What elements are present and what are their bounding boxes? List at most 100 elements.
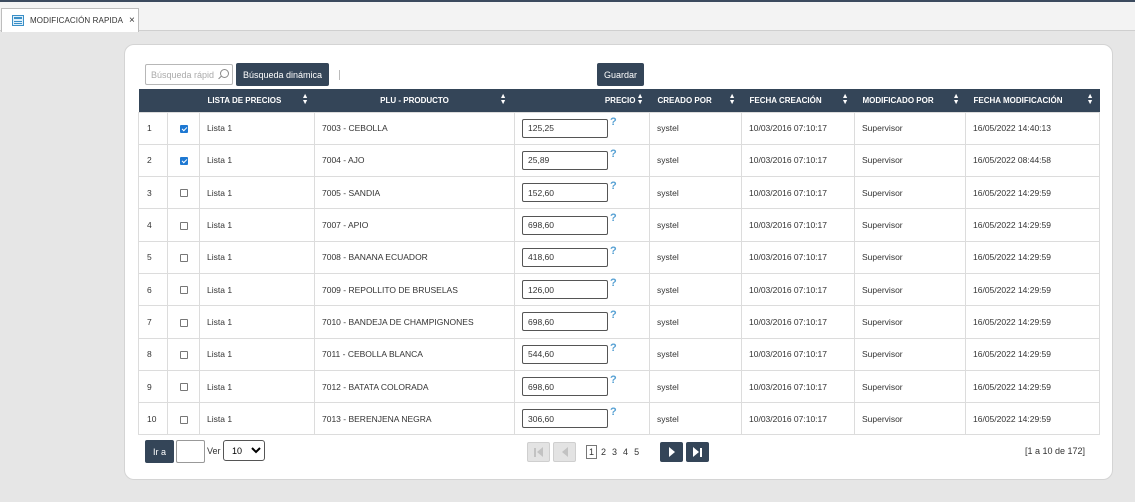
price-input[interactable] [522,118,608,138]
help-icon[interactable]: ? [610,116,617,128]
row-checkbox[interactable] [179,221,188,230]
table-row[interactable]: 2 Lista 17004 - AJO? systel10/03/2016 07:1… [138,143,1100,178]
help-icon[interactable]: ? [610,277,617,289]
producto-cell: 7009 - REPOLLITO DE BRUSELAS [314,272,515,307]
table-row[interactable]: 8 Lista 17011 - CEBOLLA BLANCA? systel10/0… [138,337,1100,371]
last-page-icon-bar [700,447,702,457]
page-number[interactable]: 2 [601,447,606,457]
help-icon[interactable]: ? [610,374,617,386]
creado-cell: systel [649,272,742,307]
sort-icon[interactable]: ▲ ▼ [1087,93,1094,106]
row-number: 6 [138,272,168,307]
table-row[interactable]: 6 Lista 17009 - REPOLLITO DE BRUSELAS? sys… [138,272,1100,307]
first-page-icon [537,447,543,457]
page-number[interactable]: 5 [634,447,639,457]
price-input[interactable] [522,312,608,332]
search-input[interactable] [146,65,214,84]
first-page-button[interactable] [527,442,550,462]
quick-search [145,64,233,85]
help-icon[interactable]: ? [610,212,617,224]
producto-cell: 7007 - APIO [314,208,515,242]
row-select-cell [167,143,200,178]
last-page-button[interactable] [686,442,709,462]
table-row[interactable]: 1 Lista 17003 - CEBOLLA? systel10/03/2016 … [138,111,1100,145]
price-input[interactable] [522,150,608,170]
fecha-creacion-cell: 10/03/2016 07:10:17 [741,208,855,242]
tab-modificacion-rapida[interactable]: MODIFICACIÓN RAPIDA × [1,8,139,32]
modificado-cell: Supervisor [854,176,966,210]
modificado-cell: Supervisor [854,305,966,339]
goto-page-input[interactable] [176,440,205,463]
tab-strip: MODIFICACIÓN RAPIDA × [0,2,1135,32]
header-lista[interactable]: LISTA DE PRECIOS ▲ ▼ [199,89,315,112]
table-row[interactable]: 9 Lista 17012 - BATATA COLORADA? systel10/… [138,369,1100,404]
page-number[interactable]: 1 [586,445,598,459]
search-icon[interactable] [220,69,229,78]
row-checkbox[interactable] [179,189,188,198]
price-input[interactable] [522,183,608,203]
precio-cell: ? [514,272,650,307]
price-input[interactable] [522,344,608,364]
per-page-select[interactable]: 10 [223,440,265,461]
table-row[interactable]: 10 Lista 17013 - BERENJENA NEGRA? systel10… [138,402,1100,436]
help-icon[interactable]: ? [610,148,617,160]
header-label: LISTA DE PRECIOS [207,95,282,105]
help-icon[interactable]: ? [610,245,617,257]
help-icon[interactable]: ? [610,309,617,321]
row-checkbox[interactable] [179,318,188,327]
row-number: 5 [138,240,168,274]
row-checkbox[interactable] [179,415,188,424]
row-checkbox[interactable] [179,254,188,263]
header-modificado[interactable]: MODIFICADO POR ▲ ▼ [854,89,966,112]
page-number[interactable]: 3 [612,447,617,457]
goto-page-button[interactable]: Ir a [145,440,174,463]
price-input[interactable] [522,377,608,397]
row-select-cell [167,272,200,307]
sort-icon[interactable]: ▲ ▼ [302,93,309,106]
modificado-cell: Supervisor [854,208,966,242]
price-input[interactable] [522,409,608,429]
fecha-modificacion-cell: 16/05/2022 14:29:59 [965,305,1100,339]
sort-icon[interactable]: ▲ ▼ [729,93,736,106]
page-number[interactable]: 4 [623,447,628,457]
dynamic-search-button[interactable]: Búsqueda dinámica [236,63,330,86]
precio-cell: ? [514,337,650,371]
producto-cell: 7010 - BANDEJA DE CHAMPIGNONES [314,305,515,339]
table-row[interactable]: 5 Lista 17008 - BANANA ECUADOR? systel10/0… [138,240,1100,274]
table-row[interactable]: 4 Lista 17007 - APIO? systel10/03/2016 07:… [138,208,1100,242]
producto-cell: 7003 - CEBOLLA [314,111,515,145]
row-checkbox[interactable] [179,157,188,166]
header-producto[interactable]: PLU - PRODUCTO ▲ ▼ [314,89,515,112]
lista-cell: Lista 1 [199,240,315,274]
help-icon[interactable]: ? [610,342,617,354]
row-checkbox[interactable] [179,383,188,392]
header-fecha-creacion[interactable]: FECHA CREACIÓN ▲ ▼ [741,89,855,112]
row-checkbox[interactable] [179,350,188,359]
sort-icon[interactable]: ▲ ▼ [500,93,507,106]
row-number: 9 [138,369,168,404]
header-label: PRECIO [604,95,636,105]
fecha-modificacion-cell: 16/05/2022 14:29:59 [965,272,1100,307]
prev-page-button[interactable] [553,442,576,462]
row-checkbox[interactable] [179,286,188,295]
sort-icon[interactable]: ▲ ▼ [842,93,849,106]
price-input[interactable] [522,215,608,235]
save-button[interactable]: Guardar [597,63,645,86]
header-label: MODIFICADO POR [862,95,934,105]
sort-icon[interactable]: ▲ ▼ [953,93,960,106]
header-fecha-modificacion[interactable]: FECHA MODIFICACIÓN ▲ ▼ [965,89,1100,112]
price-input[interactable] [522,247,608,267]
fecha-creacion-cell: 10/03/2016 07:10:17 [741,240,855,274]
row-checkbox[interactable] [179,124,188,133]
price-input[interactable] [522,280,608,300]
header-precio[interactable]: PRECIO ▲ ▼ [514,89,650,112]
help-icon[interactable]: ? [610,406,617,418]
help-icon[interactable]: ? [610,180,617,192]
creado-cell: systel [649,176,742,210]
table-row[interactable]: 3 Lista 17005 - SANDIA? systel10/03/2016 0… [138,176,1100,210]
close-icon[interactable]: × [129,15,135,26]
header-creado[interactable]: CREADO POR ▲ ▼ [649,89,742,112]
table-row[interactable]: 7 Lista 17010 - BANDEJA DE CHAMPIGNONES? s… [138,305,1100,339]
sort-icon[interactable]: ▲ ▼ [637,93,644,106]
next-page-button[interactable] [660,442,683,462]
